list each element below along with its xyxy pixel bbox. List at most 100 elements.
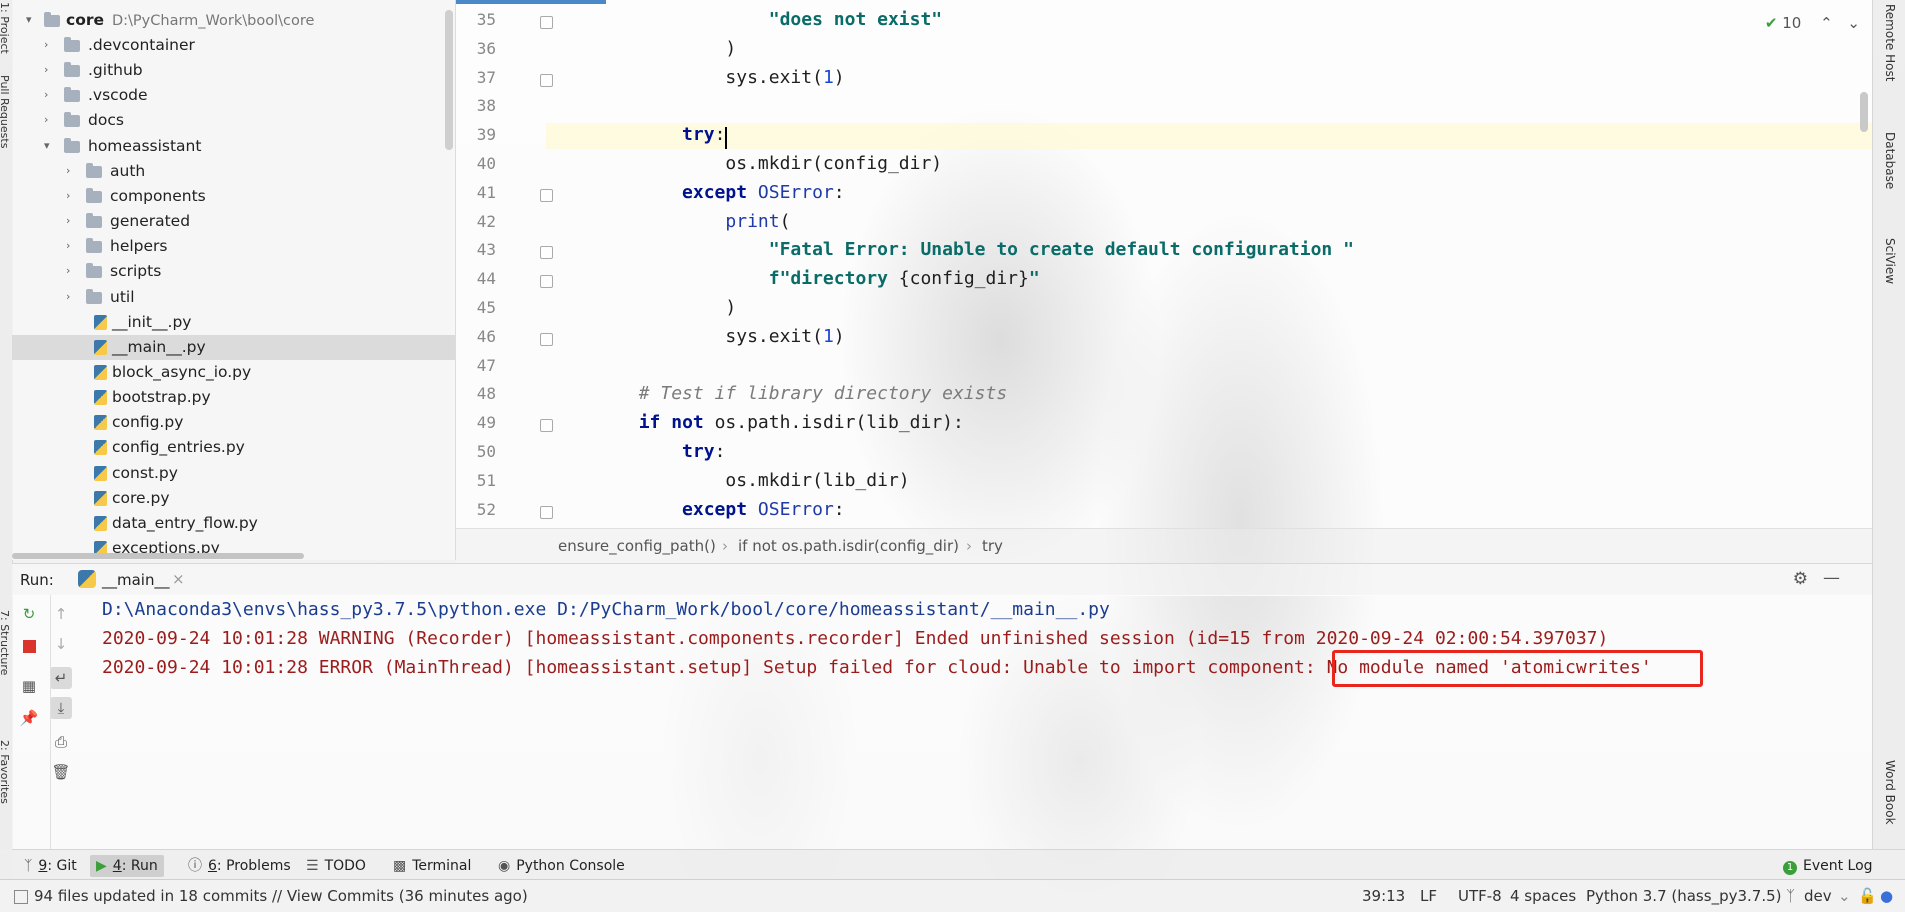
memory-indicator-icon[interactable]: ● xyxy=(1880,887,1893,905)
tab-python-console[interactable]: ◉ Python Console xyxy=(492,855,631,877)
pin-icon[interactable]: 📌 xyxy=(18,707,40,729)
tree-folder-item[interactable]: ▾ homeassistant xyxy=(12,134,455,159)
chevron-right-icon[interactable]: › xyxy=(44,64,54,75)
run-console[interactable]: ↻ ▦ 📌 ↑ ↓ ↵ ⤓ ⎙ 🗑 D:\Anaconda3\envs\hass… xyxy=(12,595,1872,849)
minimize-icon[interactable]: — xyxy=(1823,568,1840,588)
soft-wrap-icon[interactable]: ↵ xyxy=(50,667,72,689)
chevron-right-icon[interactable]: › xyxy=(44,39,54,50)
tree-horizontal-scrollbar[interactable] xyxy=(12,553,304,559)
tab-problems[interactable]: ⓘ 6: Problems xyxy=(182,855,297,877)
tree-folder-item[interactable]: › generated xyxy=(12,209,455,234)
folder-icon xyxy=(86,162,102,178)
code-editor[interactable]: 35 36 37 38 39 40 41 42 43 44 45 46 47 48 49 50 51 52 "do… xyxy=(456,0,1872,528)
scroll-to-end-icon[interactable]: ⤓ xyxy=(50,697,72,719)
arrow-up-icon[interactable]: ↑ xyxy=(50,603,72,625)
tree-folder-item[interactable]: › scripts xyxy=(12,259,455,284)
tree-file-item[interactable]: config_entries.py xyxy=(12,435,455,460)
tool-window-word-book[interactable]: Word Book xyxy=(1883,760,1897,825)
git-branch[interactable]: dev xyxy=(1804,887,1832,905)
tree-item-label: .devcontainer xyxy=(88,36,195,54)
close-icon[interactable]: × xyxy=(172,570,185,588)
trash-icon[interactable]: 🗑 xyxy=(50,761,72,783)
tool-window-project[interactable]: 1: Project xyxy=(0,2,11,54)
event-log-button[interactable]: 1 Event Log xyxy=(1777,855,1879,877)
tree-folder-item[interactable]: › components xyxy=(12,184,455,209)
indent-setting[interactable]: 4 spaces xyxy=(1510,887,1576,905)
code-token: 1 xyxy=(822,66,834,88)
run-tool-header: Run: __main__ × ⚙ — xyxy=(12,563,1872,596)
todo-icon: ☰ xyxy=(306,858,319,874)
tree-file-item[interactable]: __main__.py xyxy=(12,334,455,360)
status-message[interactable]: 94 files updated in 18 commits // View C… xyxy=(34,887,528,905)
tree-folder-item[interactable]: › auth xyxy=(12,159,455,184)
code-token: os.mkdir(lib_dir) xyxy=(552,469,910,491)
line-number: 51 xyxy=(476,470,496,490)
caret-position[interactable]: 39:13 xyxy=(1362,887,1405,905)
arrow-down-icon[interactable]: ↓ xyxy=(50,633,72,655)
lock-icon[interactable]: 🔓 xyxy=(1858,887,1877,905)
rerun-icon[interactable]: ↻ xyxy=(18,603,40,625)
chevron-right-icon[interactable]: › xyxy=(66,240,76,251)
chevron-right-icon[interactable]: › xyxy=(66,291,76,302)
tree-file-item[interactable]: __init__.py xyxy=(12,310,455,335)
python-file-icon xyxy=(94,390,107,406)
line-number: 48 xyxy=(476,384,496,404)
chevron-right-icon[interactable]: › xyxy=(66,215,76,226)
chevron-down-icon[interactable]: ▾ xyxy=(26,14,36,25)
tool-window-favorites[interactable]: 2: Favorites xyxy=(0,740,11,804)
tree-file-item[interactable]: core.py xyxy=(12,486,455,511)
tree-root[interactable]: ▾ core D:\PyCharm_Work\bool\core xyxy=(12,8,455,33)
folder-icon xyxy=(86,213,102,229)
file-encoding[interactable]: UTF-8 xyxy=(1458,887,1502,905)
tab-run[interactable]: ▶ 4: Run xyxy=(90,855,164,877)
tab-git[interactable]: ᛉ 9: Git xyxy=(18,855,83,877)
expand-icon[interactable] xyxy=(14,890,28,904)
tool-window-structure[interactable]: 7: Structure xyxy=(0,610,11,675)
tree-folder-item[interactable]: › docs xyxy=(12,108,455,133)
stop-icon[interactable] xyxy=(18,635,40,657)
tree-file-item[interactable]: data_entry_flow.py xyxy=(12,511,455,536)
tree-vertical-scrollbar[interactable] xyxy=(445,10,453,150)
tree-file-item[interactable]: const.py xyxy=(12,461,455,486)
line-separator[interactable]: LF xyxy=(1420,887,1437,905)
tree-file-item[interactable]: bootstrap.py xyxy=(12,385,455,410)
tool-window-remote-host[interactable]: Remote Host xyxy=(1883,4,1897,81)
tree-folder-item[interactable]: › .vscode xyxy=(12,83,455,108)
code-line: except OSError: xyxy=(552,499,845,520)
code-token: ) xyxy=(552,37,737,59)
chevron-down-icon[interactable]: ⌄ xyxy=(1847,14,1860,32)
layout-icon[interactable]: ▦ xyxy=(18,675,40,697)
python-interpreter[interactable]: Python 3.7 (hass_py3.7.5) xyxy=(1586,887,1781,905)
code-token: sys.exit( xyxy=(552,325,823,347)
tree-file-item[interactable]: config.py xyxy=(12,410,455,435)
chevron-right-icon[interactable]: › xyxy=(66,165,76,176)
tab-terminal[interactable]: ▩ Terminal xyxy=(387,855,477,877)
tab-todo[interactable]: ☰ TODO xyxy=(300,855,372,877)
breadcrumb-item[interactable]: try xyxy=(982,537,1003,555)
chevron-right-icon[interactable]: › xyxy=(44,89,54,100)
chevron-right-icon[interactable]: › xyxy=(66,190,76,201)
gear-icon[interactable]: ⚙ xyxy=(1793,569,1808,589)
code-line: os.mkdir(config_dir) xyxy=(552,153,942,174)
tree-folder-item[interactable]: › util xyxy=(12,285,455,310)
breadcrumb-item[interactable]: ensure_config_path() xyxy=(558,537,716,555)
print-icon[interactable]: ⎙ xyxy=(50,731,72,753)
line-number: 36 xyxy=(476,38,496,58)
tree-folder-item[interactable]: › .github xyxy=(12,58,455,83)
tree-file-item[interactable]: block_async_io.py xyxy=(12,360,455,385)
editor-scrollbar[interactable] xyxy=(1860,92,1868,132)
tree-folder-item[interactable]: › helpers xyxy=(12,234,455,259)
run-tab-main[interactable]: __main__ xyxy=(102,571,169,589)
chevron-down-icon[interactable]: ▾ xyxy=(44,140,54,151)
breadcrumb-item[interactable]: if not os.path.isdir(config_dir) xyxy=(738,537,959,555)
chevron-right-icon[interactable]: › xyxy=(44,114,54,125)
code-line: "Fatal Error: Unable to create default c… xyxy=(552,239,1354,260)
tool-window-pull-requests[interactable]: Pull Requests xyxy=(0,75,11,148)
chevron-down-icon[interactable]: ⌄ xyxy=(1838,887,1851,905)
chevron-up-icon[interactable]: ⌃ xyxy=(1820,14,1833,32)
inspection-widget[interactable]: ✔ 10 ⌃ ⌄ xyxy=(1765,14,1860,32)
tree-folder-item[interactable]: › .devcontainer xyxy=(12,33,455,58)
tool-window-database[interactable]: Database xyxy=(1883,132,1897,189)
chevron-right-icon[interactable]: › xyxy=(66,265,76,276)
tool-window-sciview[interactable]: SciView xyxy=(1883,238,1897,284)
